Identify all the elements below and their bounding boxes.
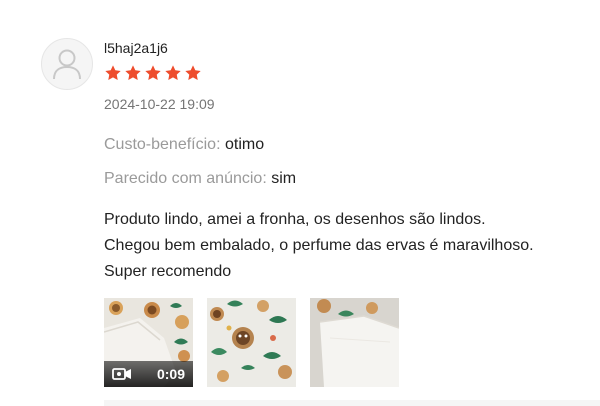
image-thumbnail[interactable] — [310, 298, 399, 387]
attribute-label: Custo-benefício: — [104, 136, 221, 153]
star-rating — [104, 64, 202, 82]
comment-line: Chegou bem embalado, o perfume das ervas… — [104, 237, 534, 254]
comment-line: Super recomendo — [104, 263, 232, 280]
user-icon — [53, 49, 81, 80]
attribute-as-described: Parecido com anúncio: sim — [104, 170, 296, 188]
attribute-value-for-money: Custo-benefício: otimo — [104, 136, 264, 154]
video-thumbnail[interactable]: 0:09 — [104, 298, 193, 387]
pillowcase-photo — [310, 298, 399, 387]
star-icon — [105, 65, 121, 80]
comment-line: Produto lindo, amei a fronha, os desenho… — [104, 211, 486, 228]
attribute-value: sim — [271, 170, 297, 187]
star-icon — [185, 65, 201, 80]
avatar[interactable] — [41, 38, 93, 90]
star-icon — [125, 65, 141, 80]
pillowcase-photo — [207, 298, 296, 387]
reply-section-edge — [104, 400, 600, 406]
username: l5haj2a1j6 — [104, 40, 168, 56]
star-icon — [165, 65, 181, 80]
star-icon — [145, 65, 161, 80]
review-timestamp: 2024-10-22 19:09 — [104, 96, 215, 112]
review-media: 0:09 — [104, 298, 399, 387]
attribute-label: Parecido com anúncio: — [104, 170, 267, 187]
image-thumbnail[interactable] — [207, 298, 296, 387]
video-overlay: 0:09 — [104, 361, 193, 387]
video-duration: 0:09 — [156, 366, 185, 382]
video-camera-icon — [112, 368, 131, 380]
review-comment: Produto lindo, amei a fronha, os desenho… — [104, 207, 594, 285]
attribute-value: otimo — [224, 136, 265, 153]
